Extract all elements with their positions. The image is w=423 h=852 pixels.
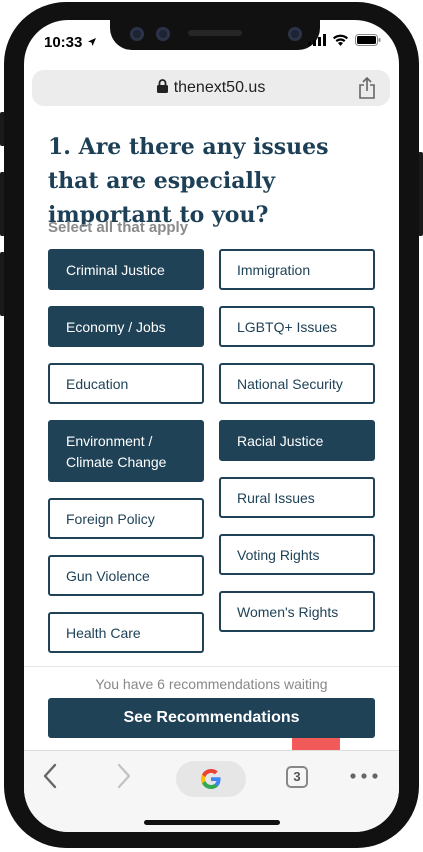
camera-icon xyxy=(130,27,144,41)
location-arrow-icon xyxy=(87,38,96,46)
select-hint: Select all that apply xyxy=(48,219,189,236)
earpiece-speaker xyxy=(188,30,242,36)
question-title: 1. Are there any issues that are especia… xyxy=(48,134,329,228)
cellular-signal-icon xyxy=(308,34,326,46)
wifi-icon xyxy=(333,34,348,46)
home-indicator[interactable] xyxy=(144,820,280,825)
address-bar[interactable]: thenext50.us xyxy=(32,70,390,106)
issue-criminal-justice[interactable]: Criminal Justice xyxy=(48,249,204,290)
issue-voting-rights[interactable]: Voting Rights xyxy=(219,534,375,575)
issue-immigration[interactable]: Immigration xyxy=(219,249,375,290)
google-g-icon xyxy=(201,769,221,789)
status-icons xyxy=(308,34,381,46)
footer-divider xyxy=(24,666,399,667)
feedback-tab[interactable] xyxy=(292,738,340,750)
browser-toolbar: 3 xyxy=(24,750,399,832)
tab-switcher-button[interactable]: 3 xyxy=(286,766,308,788)
issue-foreign-policy[interactable]: Foreign Policy xyxy=(48,498,204,539)
forward-icon[interactable] xyxy=(116,763,132,789)
lock-icon xyxy=(156,79,168,93)
url-text: thenext50.us xyxy=(173,79,266,96)
phone-screen: 10:33 thenext50.us 1. Are there any issu… xyxy=(24,20,399,832)
issue-racial-justice[interactable]: Racial Justice xyxy=(219,420,375,461)
issue-environment-climate[interactable]: Environment / Climate Change xyxy=(48,420,204,482)
issue-health-care[interactable]: Health Care xyxy=(48,612,204,653)
issue-rural-issues[interactable]: Rural Issues xyxy=(219,477,375,518)
issue-economy-jobs[interactable]: Economy / Jobs xyxy=(48,306,204,347)
recommendations-waiting-text: You have 6 recommendations waiting xyxy=(95,676,328,692)
status-time: 10:33 xyxy=(44,34,97,51)
notch xyxy=(110,20,320,50)
issue-national-security[interactable]: National Security xyxy=(219,363,375,404)
share-icon[interactable] xyxy=(358,77,376,99)
issue-gun-violence[interactable]: Gun Violence xyxy=(48,555,204,596)
issue-education[interactable]: Education xyxy=(48,363,204,404)
sensor-icon xyxy=(156,27,170,41)
issue-lgbtq[interactable]: LGBTQ+ Issues xyxy=(219,306,375,347)
see-recommendations-button[interactable]: See Recommendations xyxy=(48,698,375,738)
issue-womens-rights[interactable]: Women's Rights xyxy=(219,591,375,632)
front-camera-icon xyxy=(288,27,302,41)
battery-icon xyxy=(355,34,381,46)
google-search-button[interactable] xyxy=(176,761,246,797)
more-options-icon[interactable] xyxy=(350,773,378,779)
back-icon[interactable] xyxy=(42,763,58,789)
